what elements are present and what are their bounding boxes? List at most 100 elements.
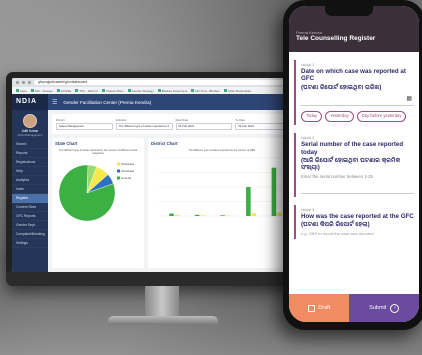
district-chart-card: District Chart The different type of cas…	[148, 138, 296, 268]
district-bar-chart	[159, 157, 287, 217]
filter-bar: District Select Management Indicator The di…	[52, 114, 296, 134]
monitor-stand	[145, 286, 179, 318]
form-body: ପ୍ରଶ୍ନ 1 Date on which case was reported…	[289, 60, 419, 239]
sidebar-item[interactable]: Help	[12, 167, 48, 176]
draft-button[interactable]: Draft	[289, 294, 350, 322]
sidebar-item[interactable]: Search	[12, 140, 48, 149]
sidebar-item[interactable]: Content Store	[12, 203, 48, 212]
app-logo: NDIA	[12, 94, 48, 110]
question-text: Date on which case was reported at GFC	[301, 68, 406, 83]
monitor-chin	[6, 272, 306, 286]
bar[interactable]	[169, 213, 174, 216]
bar[interactable]	[246, 187, 251, 216]
dashboard-app: NDIA Aditi Kumar Admin/Management Search…	[12, 94, 300, 272]
legend-swatch	[117, 176, 120, 180]
bookmark-item[interactable]: Chataru Baru	[102, 89, 124, 93]
sidebar-item[interactable]: Reports	[12, 149, 48, 158]
filter-select[interactable]: The different type of cases reported by …	[115, 123, 173, 130]
bookmark-item[interactable]: Apps	[16, 89, 27, 93]
back-icon[interactable]	[16, 81, 19, 84]
menu-icon[interactable]: ☰	[52, 99, 57, 106]
filter-select[interactable]: Select Management	[56, 123, 113, 130]
avatar[interactable]	[23, 114, 37, 128]
bookmark-item[interactable]: HCSSE	[57, 89, 71, 93]
charts-row: State Chart The different type of cases …	[48, 138, 300, 272]
address-input[interactable]: gfcprajyoticaweb/gfc/dashboard	[34, 80, 296, 85]
bar[interactable]	[277, 212, 282, 216]
legend-swatch	[117, 162, 120, 166]
state-chart-title: State Chart	[55, 141, 78, 146]
legend-label: General	[121, 176, 131, 180]
reload-icon[interactable]	[28, 81, 31, 84]
question-number: ପ୍ରଶ୍ନ 1	[301, 63, 315, 67]
filter-field: District Select Management	[56, 118, 113, 130]
browser-url-bar: gfcprajyoticaweb/gfc/dashboard	[12, 78, 300, 87]
monitor-base	[108, 316, 218, 325]
forward-icon[interactable]	[22, 81, 25, 84]
sidebar-item[interactable]: Settings	[12, 239, 48, 248]
top-bar: ☰ Gender Facilitation Center (Prerna Ken…	[48, 94, 300, 110]
question-text-odia: (ଆଜି ରିପୋର୍ଟ ହୋଇଥିବା ଘଟଣାର କ୍ରମିକ ସଂଖ୍ୟା…	[301, 157, 401, 172]
legend-label: Scheduled Caste	[121, 169, 135, 173]
bar[interactable]	[194, 214, 200, 216]
filter-field: Indicator The different type of cases rep…	[115, 118, 173, 130]
state-chart-card: State Chart The different type of cases …	[52, 138, 144, 268]
bookmark-item[interactable]: TSV - Wed Lit	[75, 89, 98, 93]
question-text-odia: (ଘଟଣା ରିପୋର୍ଟ ହୋଇଥିବା ତାରିଖ)	[301, 83, 382, 91]
monitor-screen: gfcprajyoticaweb/gfc/dashboard Apps NIC -…	[12, 78, 300, 272]
form-title: Tele Counselling Register	[296, 35, 376, 42]
form-footer: Draft Submit ›	[289, 294, 419, 322]
sidebar-item[interactable]: Registrations	[12, 158, 48, 167]
serial-input-help: Enter the serial number between 1-25	[301, 173, 373, 179]
bar[interactable]	[251, 213, 257, 216]
district-chart-title: District Chart	[151, 141, 178, 146]
bookmark-item[interactable]: Bhubes Smart sers	[158, 89, 188, 93]
filter-select[interactable]: 01 Feb 2021	[175, 123, 233, 130]
filter-field: Start Date 01 Feb 2021	[175, 118, 233, 130]
phone-screen: Prerna Kendra Tele Counselling Register …	[289, 6, 419, 322]
chip-day-before-yesterday[interactable]: Day before yesterday	[356, 111, 407, 123]
chip-today[interactable]: Today	[301, 111, 323, 123]
calendar-icon[interactable]: ▦	[406, 95, 412, 102]
bookmarks-bar: Apps NIC - Peasan HCSSE TSV - Wed Lit Chatar…	[12, 87, 300, 94]
sidebar-item[interactable]: Analytics	[12, 176, 48, 185]
bookmark-item[interactable]: NIC Prot - Bhuban	[191, 89, 220, 93]
question-report-mode: ପ୍ରଶ୍ନ 3 How was the case reported at th…	[294, 204, 414, 239]
question-text-odia: (ଘଟଣା କିପରି ରିପୋର୍ଟ ହେଲା)	[301, 221, 370, 229]
report-mode-hint: e.g. GBP to report the case was reported	[301, 230, 374, 236]
submit-label: Submit	[369, 305, 387, 311]
legend-label: Scheduled Tribe	[121, 162, 135, 166]
page-title: Gender Facilitation Center (Prerna Kendr…	[63, 99, 152, 105]
sidebar-item[interactable]: GFC Reports	[12, 212, 48, 221]
phone-notch	[325, 6, 373, 16]
save-icon	[308, 304, 316, 312]
filter-label: Indicator	[115, 118, 127, 122]
chip-yesterday[interactable]: Yesterday	[325, 111, 354, 123]
user-role: Admin/Management	[17, 133, 43, 137]
sidebar-item[interactable]: Complaint/Breaking	[12, 230, 48, 239]
submit-button[interactable]: Submit ›	[349, 294, 419, 322]
bar[interactable]	[174, 215, 180, 216]
draft-label: Draft	[318, 305, 331, 311]
phone: Prerna Kendra Tele Counselling Register …	[283, 0, 422, 330]
arrow-right-icon: ›	[390, 303, 400, 313]
bookmark-item[interactable]: NIC - Peasan	[31, 89, 53, 93]
question-text: How was the case reported at the GFC	[301, 212, 414, 220]
serial-number-input[interactable]	[301, 181, 414, 194]
question-text: Serial number of the case reported today	[301, 141, 404, 156]
bar[interactable]	[220, 215, 226, 216]
bar[interactable]	[271, 167, 277, 216]
state-pie-chart: Scheduled Tribe Scheduled Caste General	[58, 162, 143, 222]
legend-swatch	[117, 169, 120, 173]
date-input[interactable]: ▦	[301, 93, 414, 107]
bar[interactable]	[200, 215, 205, 216]
sidebar-item[interactable]: Gender Dept	[12, 221, 48, 230]
question-serial: ପ୍ରଶ୍ନ 2 Serial number of the case repor…	[294, 133, 414, 197]
main-content: ☰ Gender Facilitation Center (Prerna Ken…	[48, 94, 300, 272]
bookmark-item[interactable]: Gender Strategy	[128, 89, 154, 93]
sidebar-item[interactable]: Index	[12, 185, 48, 194]
sidebar-menu: Search Reports Registrations Help Analytics I…	[12, 140, 48, 248]
bookmark-item[interactable]: Other Bookmarks	[224, 89, 251, 93]
sidebar-item[interactable]: Register	[12, 194, 48, 203]
question-date: ପ୍ରଶ୍ନ 1 Date on which case was reported…	[294, 60, 414, 126]
